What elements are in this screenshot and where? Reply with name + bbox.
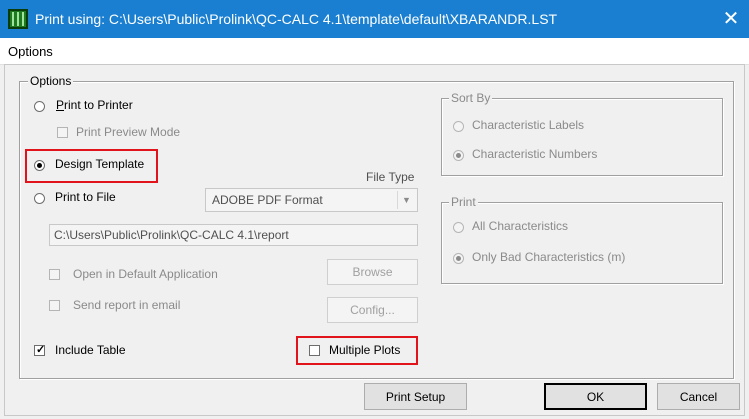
char-labels-radio[interactable]	[453, 121, 464, 132]
send-email-label: Send report in email	[73, 298, 181, 312]
design-template-label[interactable]: Design Template	[55, 157, 144, 171]
print-to-file-label[interactable]: Print to File	[55, 190, 116, 204]
file-type-label: File Type	[366, 170, 415, 184]
menu-options[interactable]: Options	[8, 44, 53, 59]
menu-bar: Options	[0, 38, 749, 65]
print-group	[441, 202, 723, 284]
print-to-printer-label[interactable]: Print to Printer	[56, 98, 133, 112]
config-button[interactable]: Config...	[327, 297, 418, 323]
multiple-plots-label[interactable]: Multiple Plots	[329, 343, 400, 357]
print-to-printer-radio[interactable]	[34, 101, 45, 112]
file-path-field[interactable]: C:\Users\Public\Prolink\QC-CALC 4.1\repo…	[49, 224, 418, 246]
title-bar: Print using: C:\Users\Public\Prolink\QC-…	[0, 0, 749, 38]
sort-by-legend: Sort By	[449, 91, 493, 105]
open-default-app-label: Open in Default Application	[73, 267, 218, 281]
options-group-legend: Options	[28, 74, 74, 88]
char-labels-label: Characteristic Labels	[472, 118, 585, 132]
open-default-app-checkbox[interactable]	[49, 269, 60, 280]
send-email-checkbox[interactable]	[49, 300, 60, 311]
design-template-radio[interactable]	[34, 160, 45, 171]
char-numbers-label: Characteristic Numbers	[472, 147, 598, 161]
cancel-button[interactable]: Cancel	[657, 383, 740, 410]
print-to-file-radio[interactable]	[34, 193, 45, 204]
print-preview-label: Print Preview Mode	[76, 125, 181, 139]
close-icon[interactable]: ✕	[716, 6, 746, 32]
char-numbers-radio[interactable]	[453, 150, 464, 161]
window-title: Print using: C:\Users\Public\Prolink\QC-…	[35, 11, 558, 27]
ok-button[interactable]: OK	[544, 383, 647, 410]
print-legend: Print	[449, 195, 478, 209]
file-path-value: C:\Users\Public\Prolink\QC-CALC 4.1\repo…	[54, 228, 289, 242]
print-setup-button[interactable]: Print Setup	[364, 383, 467, 410]
browse-button[interactable]: Browse	[327, 259, 418, 285]
all-chars-radio[interactable]	[453, 222, 464, 233]
only-bad-label: Only Bad Characteristics (m)	[472, 250, 626, 264]
app-icon	[8, 9, 28, 29]
all-chars-label: All Characteristics	[472, 219, 569, 233]
file-type-value: ADOBE PDF Format	[212, 193, 323, 207]
include-table-checkbox[interactable]: ✓	[34, 344, 45, 356]
print-preview-checkbox[interactable]	[57, 127, 68, 138]
file-type-dropdown[interactable]: ADOBE PDF Format ▼	[205, 188, 418, 212]
chevron-down-icon[interactable]: ▼	[397, 191, 415, 209]
include-table-label[interactable]: Include Table	[55, 343, 126, 357]
multiple-plots-checkbox[interactable]	[309, 345, 320, 356]
only-bad-radio[interactable]	[453, 253, 464, 264]
sort-by-group	[441, 98, 723, 176]
